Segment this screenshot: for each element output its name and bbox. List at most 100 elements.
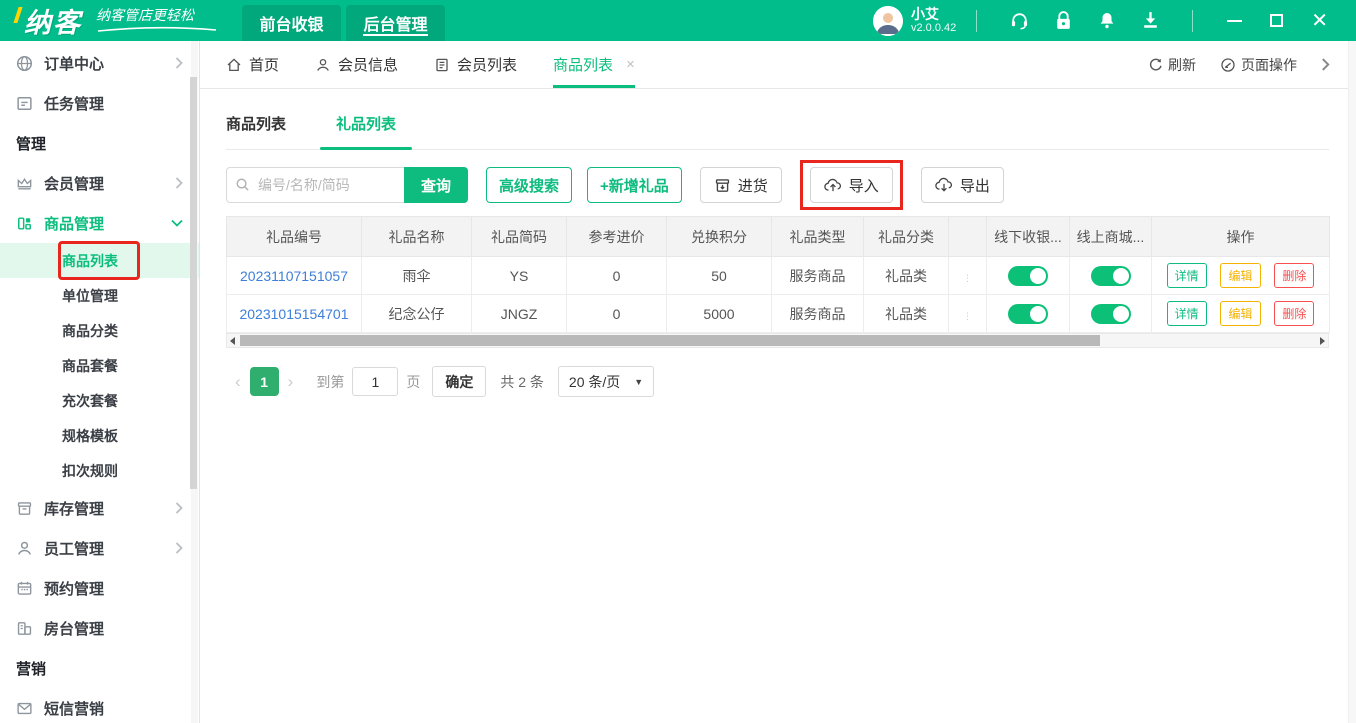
app-slogan: 纳客管店更轻松 <box>96 9 218 33</box>
crumb-tab-member-list[interactable]: 会员列表 <box>434 41 517 88</box>
breadcrumb-actions: 刷新 页面操作 <box>1148 55 1330 75</box>
sidebar-item-appointment-management[interactable]: 预约管理 <box>0 568 199 608</box>
col-gift-category: 礼品分类 <box>864 217 949 257</box>
tab-backend-admin[interactable]: 后台管理 <box>346 5 445 41</box>
import-button[interactable]: 导入 <box>810 167 893 203</box>
gift-name-cell: 雨伞 <box>362 257 472 295</box>
col-points: 兑换积分 <box>667 217 772 257</box>
inventory-box-icon <box>16 500 33 517</box>
crumb-tab-label: 首页 <box>249 54 279 75</box>
purchase-button[interactable]: 进货 <box>700 167 782 203</box>
offline-cashier-toggle[interactable] <box>1008 304 1048 324</box>
table-horizontal-scrollbar[interactable] <box>226 333 1329 348</box>
sidebar-item-recharge-package[interactable]: 充次套餐 <box>0 383 199 418</box>
sidebar-item-order-center[interactable]: 订单中心 <box>0 43 199 83</box>
sidebar-item-label: 员工管理 <box>44 538 104 559</box>
delete-button[interactable]: 删除 <box>1274 301 1314 326</box>
crumb-tab-home[interactable]: 首页 <box>226 41 279 88</box>
sidebar-item-member-management[interactable]: 会员管理 <box>0 163 199 203</box>
page-operations-button[interactable]: 页面操作 <box>1220 55 1297 75</box>
page-vertical-scrollbar[interactable] <box>1348 41 1356 723</box>
sidebar-item-staff-management[interactable]: 员工管理 <box>0 528 199 568</box>
search-input[interactable] <box>226 167 404 203</box>
sidebar-item-inventory-management[interactable]: 库存管理 <box>0 488 199 528</box>
refresh-label: 刷新 <box>1168 55 1196 75</box>
chevron-right-icon[interactable] <box>1321 58 1330 71</box>
tab-front-cashier[interactable]: 前台收银 <box>242 5 341 41</box>
sidebar-item-label: 会员管理 <box>44 173 104 194</box>
sidebar-item-label: 商品列表 <box>62 251 118 271</box>
scrollbar-thumb[interactable] <box>240 335 1100 346</box>
delete-button[interactable]: 删除 <box>1274 263 1314 288</box>
online-mall-toggle[interactable] <box>1091 304 1131 324</box>
goto-page-input[interactable] <box>352 367 398 396</box>
support-headset-icon[interactable] <box>1009 10 1030 31</box>
avatar-person-icon <box>873 6 903 36</box>
query-button[interactable]: 查询 <box>404 167 468 203</box>
scroll-right-arrow[interactable] <box>1320 337 1325 345</box>
bell-icon[interactable] <box>1097 10 1117 31</box>
gift-id-link[interactable]: 20231015154701 <box>239 306 348 322</box>
gift-category-cell: 礼品类 <box>864 257 949 295</box>
refresh-button[interactable]: 刷新 <box>1148 55 1196 75</box>
page-size-select[interactable]: 20 条/页 ▼ <box>558 366 654 397</box>
slogan-underline <box>96 26 218 33</box>
sidebar-scrollbar-thumb[interactable] <box>190 77 197 489</box>
advanced-search-button[interactable]: 高级搜索 <box>486 167 572 203</box>
crumb-tab-member-info[interactable]: 会员信息 <box>315 41 398 88</box>
sidebar-item-deduction-rule[interactable]: 扣次规则 <box>0 453 199 488</box>
sidebar-item-goods-package[interactable]: 商品套餐 <box>0 348 199 383</box>
truncated-cell: ⋮ <box>949 257 987 295</box>
user-block[interactable]: 小艾 v2.0.0.42 <box>911 7 956 34</box>
window-close-button[interactable]: ✕ <box>1311 11 1328 31</box>
gift-id-link[interactable]: 20231107151057 <box>240 268 348 284</box>
sidebar-item-label: 短信营销 <box>44 698 104 719</box>
points-cell: 5000 <box>667 295 772 333</box>
crumb-tab-goods-list[interactable]: 商品列表 × <box>553 41 635 88</box>
edit-button[interactable]: 编辑 <box>1220 263 1260 288</box>
current-page-button[interactable]: 1 <box>250 367 279 396</box>
edit-button[interactable]: 编辑 <box>1220 301 1260 326</box>
add-gift-button[interactable]: +新增礼品 <box>587 167 682 203</box>
download-icon[interactable] <box>1141 10 1160 31</box>
detail-button[interactable]: 详情 <box>1167 301 1207 326</box>
next-page-button[interactable]: › <box>279 372 303 392</box>
sidebar-item-spec-template[interactable]: 规格模板 <box>0 418 199 453</box>
close-icon[interactable]: × <box>626 56 635 73</box>
person-icon <box>315 57 331 73</box>
prev-page-button[interactable]: ‹ <box>226 372 250 392</box>
detail-button[interactable]: 详情 <box>1167 263 1207 288</box>
online-mall-toggle[interactable] <box>1091 266 1131 286</box>
sidebar-item-unit-management[interactable]: 单位管理 <box>0 278 199 313</box>
window-minimize-button[interactable] <box>1227 20 1242 22</box>
sidebar-item-goods-category[interactable]: 商品分类 <box>0 313 199 348</box>
scroll-left-arrow[interactable] <box>230 337 235 345</box>
sidebar-item-label: 任务管理 <box>44 93 104 114</box>
col-ref-price: 参考进价 <box>567 217 667 257</box>
sidebar-item-task-management[interactable]: 任务管理 <box>0 83 199 123</box>
sidebar: 订单中心 任务管理 管理 会员管理 商品管理 商品列表 单位管理 商品分类 商品… <box>0 41 200 723</box>
col-gift-name: 礼品名称 <box>362 217 472 257</box>
sidebar-item-goods-management[interactable]: 商品管理 <box>0 203 199 243</box>
window-maximize-button[interactable] <box>1270 14 1283 27</box>
caret-down-icon: ▼ <box>634 377 643 387</box>
chevron-right-icon <box>175 542 183 554</box>
export-button[interactable]: 导出 <box>921 167 1004 203</box>
sidebar-item-goods-list[interactable]: 商品列表 <box>0 243 199 278</box>
avatar[interactable] <box>873 6 903 36</box>
refresh-icon <box>1148 57 1163 72</box>
table-row: 20231107151057 雨伞 YS 0 50 服务商品 礼品类 ⋮ 详情 … <box>227 257 1330 295</box>
offline-cashier-toggle[interactable] <box>1008 266 1048 286</box>
confirm-button[interactable]: 确定 <box>432 366 486 397</box>
user-name: 小艾 <box>911 7 956 22</box>
col-online-mall: 线上商城... <box>1070 217 1152 257</box>
sidebar-item-sms-marketing[interactable]: 短信营销 <box>0 688 199 723</box>
col-actions: 操作 <box>1152 217 1330 257</box>
tab-goods-list[interactable]: 商品列表 <box>226 107 286 149</box>
lock-icon[interactable] <box>1054 10 1073 31</box>
sidebar-item-room-management[interactable]: 房台管理 <box>0 608 199 648</box>
page-operations-label: 页面操作 <box>1241 55 1297 75</box>
tab-gift-list[interactable]: 礼品列表 <box>336 107 396 149</box>
sidebar-scrollbar[interactable] <box>191 41 198 723</box>
page-operations-icon <box>1220 57 1236 73</box>
